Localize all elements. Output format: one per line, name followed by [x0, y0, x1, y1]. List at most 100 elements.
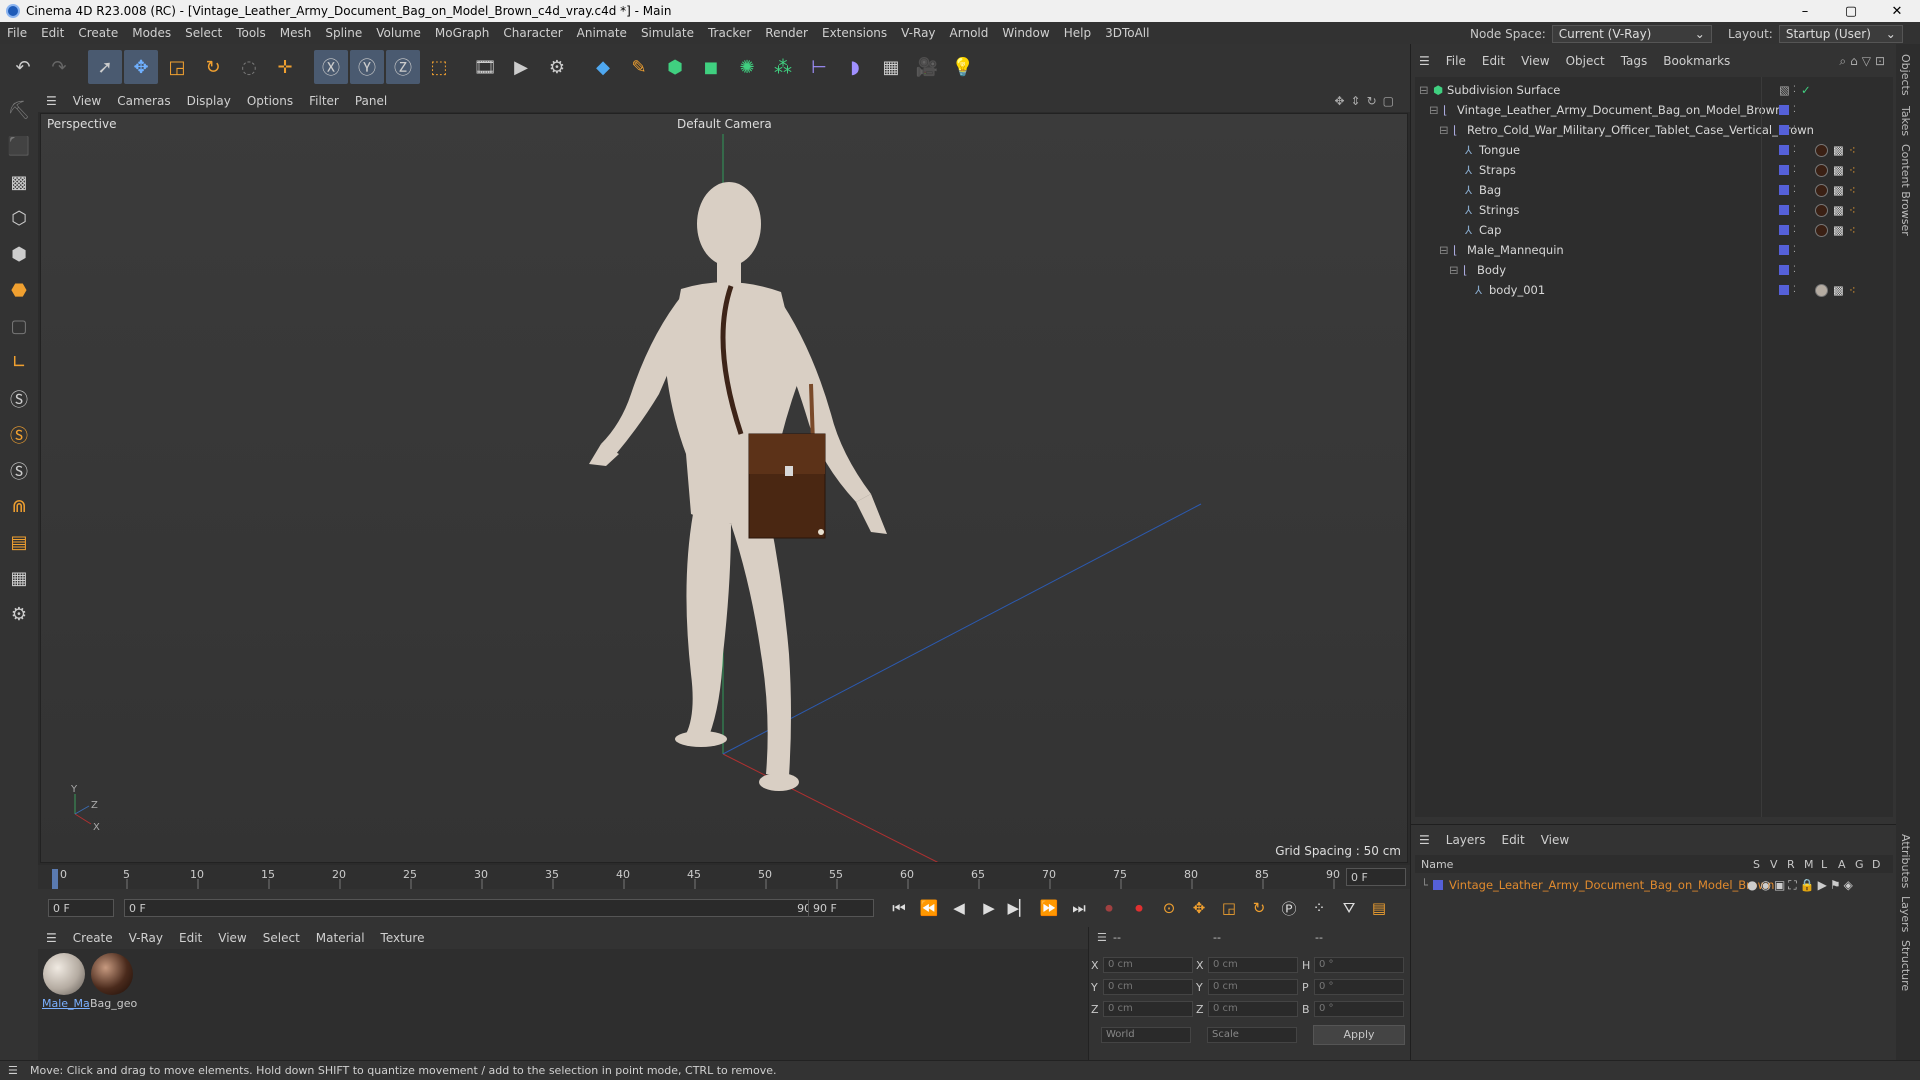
size-y-field[interactable]: 0 cm — [1208, 979, 1298, 995]
coordinate-system-icon[interactable]: ⬚ — [422, 50, 456, 84]
model-mode-icon[interactable]: ⬛ — [3, 130, 35, 163]
record-keys-icon[interactable]: ⏺ — [1096, 895, 1122, 921]
mat-menu-texture[interactable]: Texture — [373, 931, 433, 945]
vp-menu-view[interactable]: View — [65, 94, 109, 108]
mograph-icon[interactable]: ⁂ — [766, 50, 800, 84]
layer-col-l[interactable]: L — [1821, 858, 1827, 871]
node-space-select[interactable]: Current (V-Ray) ⌄ — [1551, 25, 1712, 43]
tree-row[interactable]: ⅄ Cap ⁚ ▩ ⁖ — [1415, 220, 1893, 240]
size-mode-select[interactable]: Scale — [1207, 1027, 1297, 1043]
rot-b-field[interactable]: 0 ° — [1314, 1001, 1404, 1017]
render-settings-icon[interactable]: ⚙ — [540, 50, 574, 84]
render-view-icon[interactable]: ▶ — [504, 50, 538, 84]
menu-mesh[interactable]: Mesh — [273, 26, 319, 40]
vray-tag-icon[interactable]: ⁖ — [1849, 143, 1856, 157]
material-tag-icon[interactable] — [1815, 183, 1828, 197]
tree-row[interactable]: ⊟ ⌊ Vintage_Leather_Army_Document_Bag_on… — [1415, 100, 1893, 120]
pen-spline-icon[interactable]: ✎ — [622, 50, 656, 84]
minimize-button[interactable]: – — [1782, 4, 1828, 19]
size-z-field[interactable]: 0 cm — [1208, 1001, 1298, 1017]
menu-simulate[interactable]: Simulate — [634, 26, 701, 40]
obj-menu-view[interactable]: View — [1513, 54, 1557, 68]
next-key-icon[interactable]: ⏩ — [1036, 895, 1062, 921]
mat-menu-view[interactable]: View — [210, 931, 254, 945]
locked-workplane-icon[interactable]: ⚙ — [3, 598, 35, 631]
obj-menu-edit[interactable]: Edit — [1474, 54, 1513, 68]
field-icon[interactable]: ◗ — [838, 50, 872, 84]
live-select-icon[interactable]: ◌ — [232, 50, 266, 84]
rot-h-field[interactable]: 0 ° — [1314, 957, 1404, 973]
pos-z-field[interactable]: 0 cm — [1103, 1001, 1193, 1017]
texture-mode-icon[interactable]: ▩ — [3, 166, 35, 199]
tab-structure[interactable]: Structure — [1899, 940, 1912, 991]
x-axis-icon[interactable]: Ⓧ — [314, 50, 348, 84]
vray-tag-icon[interactable]: ⁖ — [1849, 203, 1856, 217]
menu-render[interactable]: Render — [758, 26, 815, 40]
vray-tag-icon[interactable]: ⁖ — [1849, 163, 1856, 177]
tree-row[interactable]: ⅄ Bag ⁚ ▩ ⁖ — [1415, 180, 1893, 200]
subdivision-icon[interactable]: ⬢ — [658, 50, 692, 84]
mat-menu-select[interactable]: Select — [255, 931, 308, 945]
snap-white-s-icon[interactable]: Ⓢ — [3, 454, 35, 487]
coord-mode-select[interactable]: World — [1101, 1027, 1191, 1043]
snap-s-icon[interactable]: Ⓢ — [3, 382, 35, 415]
menu-tools[interactable]: Tools — [229, 26, 273, 40]
light-icon[interactable]: 💡 — [946, 50, 980, 84]
uv-tag-icon[interactable]: ▩ — [1833, 143, 1844, 157]
layer-tag[interactable] — [1779, 165, 1789, 175]
layout-select[interactable]: Startup (User) ⌄ — [1778, 25, 1903, 43]
check-icon[interactable]: ✓ — [1801, 83, 1811, 97]
uv-tag-icon[interactable]: ▩ — [1833, 283, 1844, 297]
object-search-icons[interactable]: ⌕⌂▽⊡ — [1839, 54, 1889, 69]
key-rotation-icon[interactable]: ↻ — [1246, 895, 1272, 921]
column-divider[interactable] — [1761, 77, 1762, 817]
points-mode-icon[interactable]: ⬡ — [3, 202, 35, 235]
menu-character[interactable]: Character — [496, 26, 569, 40]
vp-menu-cameras[interactable]: Cameras — [109, 94, 178, 108]
scale-tool-icon[interactable]: ◲ — [160, 50, 194, 84]
hamburger-icon[interactable]: ☰ — [8, 1064, 18, 1077]
layer-flag-icons[interactable]: ●◉▣⛶🔒▶⚑◈ — [1747, 878, 1856, 893]
frame-range-slider[interactable]: 0 F 90 F — [124, 899, 828, 917]
tree-row[interactable]: ⊟ ⌊ Retro_Cold_War_Military_Officer_Tabl… — [1415, 120, 1893, 140]
material-bag[interactable]: Bag_geo — [90, 953, 137, 1010]
hamburger-icon[interactable]: ☰ — [38, 931, 65, 945]
menu-help[interactable]: Help — [1057, 26, 1098, 40]
cloner-icon[interactable]: ✺ — [730, 50, 764, 84]
menu-file[interactable]: File — [0, 26, 34, 40]
obj-menu-tags[interactable]: Tags — [1613, 54, 1656, 68]
tree-row[interactable]: ⊟ ⌊ Body ⁚ — [1415, 260, 1893, 280]
floor-icon[interactable]: ▦ — [874, 50, 908, 84]
undo-icon[interactable]: ↶ — [6, 50, 40, 84]
layer-row[interactable]: └ Vintage_Leather_Army_Document_Bag_on_M… — [1415, 875, 1893, 895]
layer-color-swatch[interactable] — [1433, 880, 1443, 890]
menu-tracker[interactable]: Tracker — [701, 26, 758, 40]
z-axis-icon[interactable]: Ⓩ — [386, 50, 420, 84]
menu-volume[interactable]: Volume — [369, 26, 428, 40]
camera-label[interactable]: Default Camera — [677, 117, 772, 131]
menu-mograph[interactable]: MoGraph — [428, 26, 497, 40]
material-tag-icon[interactable] — [1815, 163, 1828, 177]
rotate-tool-icon[interactable]: ↻ — [196, 50, 230, 84]
next-frame-icon[interactable]: ▶▏ — [1006, 895, 1032, 921]
y-axis-icon[interactable]: Ⓨ — [350, 50, 384, 84]
layer-menu-edit[interactable]: Edit — [1493, 833, 1532, 847]
render-region-icon[interactable]: 🎞 — [468, 50, 502, 84]
layer-tag[interactable] — [1779, 285, 1789, 295]
select-cursor-icon[interactable]: ➚ — [88, 50, 122, 84]
layer-col-v[interactable]: V — [1770, 858, 1778, 871]
tree-row[interactable]: ⊟ ⌊ Male_Mannequin ⁚ — [1415, 240, 1893, 260]
current-frame-field[interactable]: 0 F — [1346, 868, 1406, 886]
menu-edit[interactable]: Edit — [34, 26, 71, 40]
redo-icon[interactable]: ↷ — [42, 50, 76, 84]
make-editable-icon[interactable]: ⛏ — [3, 94, 35, 127]
key-pla-icon[interactable]: ⁘ — [1306, 895, 1332, 921]
mat-menu-edit[interactable]: Edit — [171, 931, 210, 945]
layer-tag[interactable] — [1779, 225, 1789, 235]
material-tag-icon[interactable] — [1815, 223, 1828, 237]
hamburger-icon[interactable]: ☰ — [1097, 931, 1107, 944]
move-plus-icon[interactable]: ✛ — [268, 50, 302, 84]
tree-row[interactable]: ⅄ Strings ⁚ ▩ ⁖ — [1415, 200, 1893, 220]
timeline-ruler[interactable]: 0 5 10 15 20 25 30 35 40 45 50 55 60 65 … — [38, 865, 1410, 889]
mat-menu-create[interactable]: Create — [65, 931, 121, 945]
